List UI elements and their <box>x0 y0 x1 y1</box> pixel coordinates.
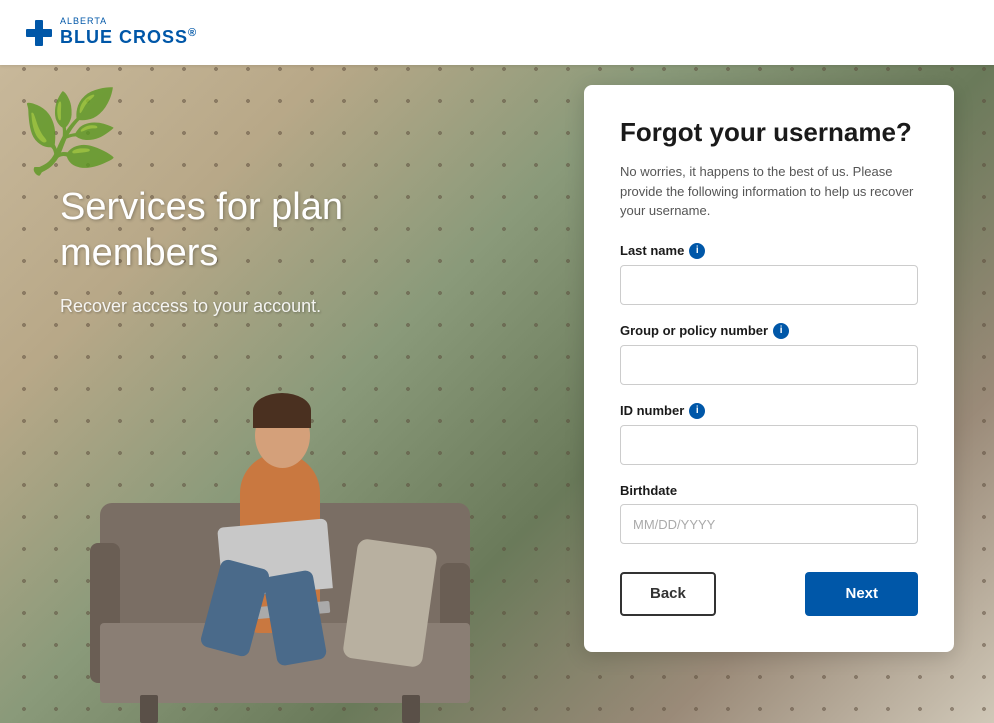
couch-leg-right <box>402 695 420 723</box>
form-card: Forgot your username? No worries, it hap… <box>584 85 954 652</box>
form-title: Forgot your username? <box>620 117 918 148</box>
hero-heading: Services for plan members <box>60 185 343 276</box>
logo: ALBERTA BLUE CROSS® <box>24 17 197 48</box>
group-policy-info-icon[interactable]: i <box>773 323 789 339</box>
form-actions: Back Next <box>620 572 918 616</box>
logo-text-group: ALBERTA BLUE CROSS® <box>60 17 197 48</box>
hero-subtext: Recover access to your account. <box>60 296 343 317</box>
last-name-label: Last name i <box>620 243 918 259</box>
birthdate-group: Birthdate <box>620 483 918 544</box>
blanket-decoration <box>342 538 438 668</box>
id-number-label: ID number i <box>620 403 918 419</box>
id-number-group: ID number i <box>620 403 918 465</box>
group-policy-input[interactable] <box>620 345 918 385</box>
main-content: 🌿 🪴 Services for plan members Recover ac… <box>0 65 994 723</box>
group-policy-label: Group or policy number i <box>620 323 918 339</box>
logo-blue-cross-text: BLUE CROSS® <box>60 27 197 48</box>
logo-alberta-text: ALBERTA <box>60 17 197 27</box>
birthdate-input[interactable] <box>620 504 918 544</box>
group-policy-group: Group or policy number i <box>620 323 918 385</box>
last-name-group: Last name i <box>620 243 918 305</box>
plant-left-decoration: 🌿 <box>20 85 120 179</box>
back-button[interactable]: Back <box>620 572 716 616</box>
next-button[interactable]: Next <box>805 572 918 616</box>
id-number-info-icon[interactable]: i <box>689 403 705 419</box>
last-name-input[interactable] <box>620 265 918 305</box>
person-hair <box>253 393 311 428</box>
id-number-input[interactable] <box>620 425 918 465</box>
header: ALBERTA BLUE CROSS® <box>0 0 994 65</box>
last-name-info-icon[interactable]: i <box>689 243 705 259</box>
cross-logo-icon <box>24 18 54 48</box>
form-description: No worries, it happens to the best of us… <box>620 162 918 221</box>
hero-text: Services for plan members Recover access… <box>60 185 343 317</box>
birthdate-label: Birthdate <box>620 483 918 498</box>
couch-leg-left <box>140 695 158 723</box>
